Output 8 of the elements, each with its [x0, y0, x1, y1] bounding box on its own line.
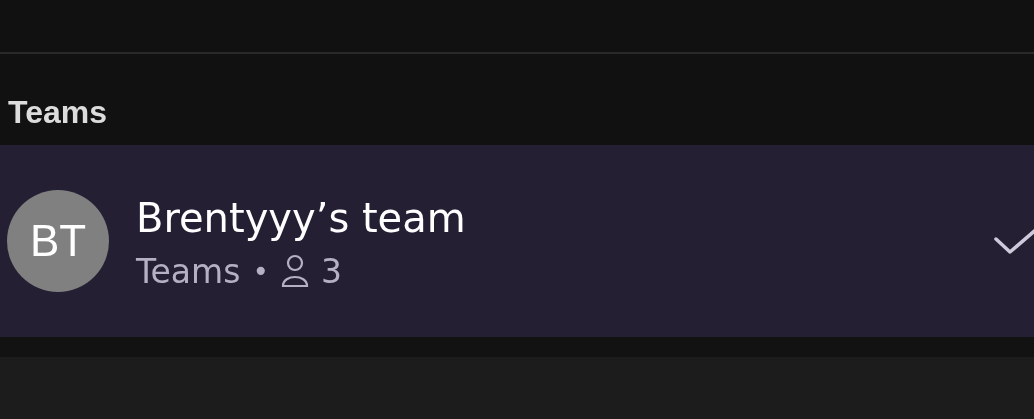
person-icon [280, 254, 309, 288]
team-avatar: BT [7, 190, 109, 292]
team-item[interactable]: BT Brentyyy’s team Teams • 3 [0, 145, 1034, 337]
section-heading: Teams [8, 94, 107, 132]
team-name: Brentyyy’s team [136, 193, 467, 243]
team-type: Teams [136, 251, 241, 291]
member-count: 3 [320, 251, 342, 291]
separator-dot: • [252, 254, 269, 288]
